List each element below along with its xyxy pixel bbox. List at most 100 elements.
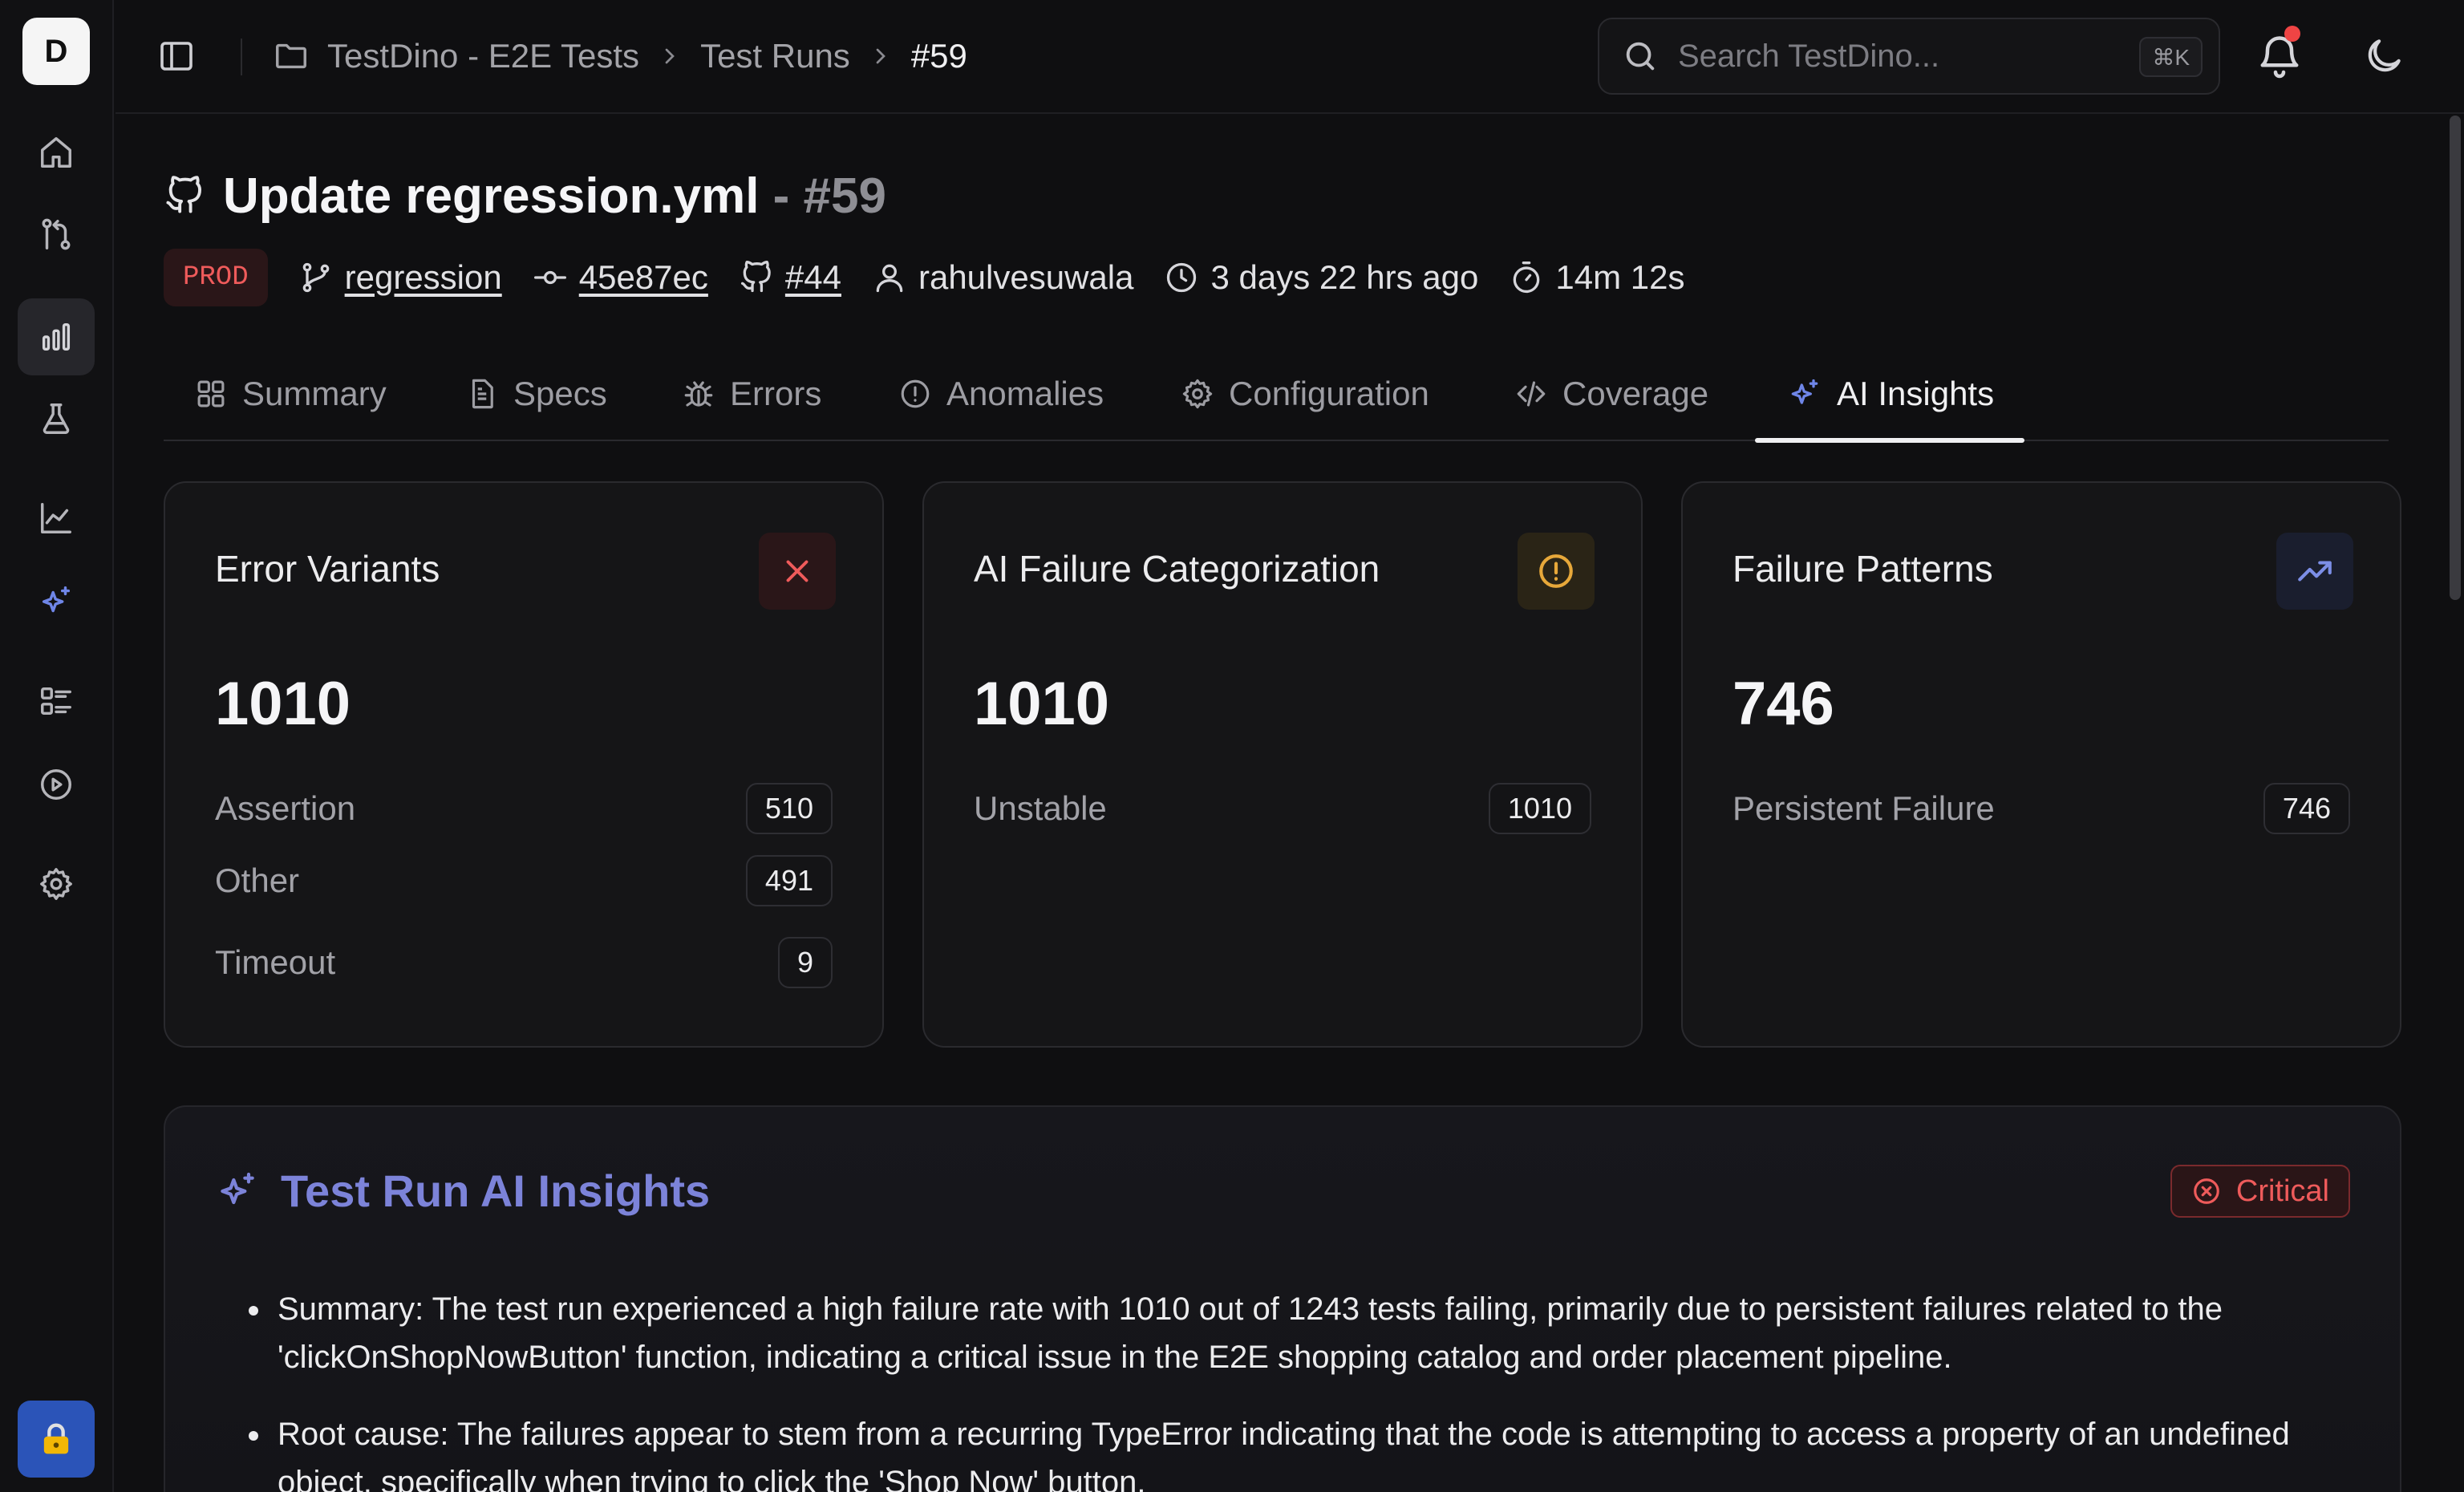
page-title: Update regression.yml - #59	[223, 168, 886, 224]
commit-meta: 45e87ec	[533, 258, 708, 297]
insight-item-root-cause: Root cause: The failures appear to stem …	[273, 1410, 2350, 1492]
left-rail: D	[0, 0, 114, 1492]
nav-checklist[interactable]	[18, 663, 95, 740]
search-box[interactable]: ⌘K	[1598, 18, 2220, 95]
github-icon	[740, 261, 771, 293]
insights-list: Summary: The test run experienced a high…	[273, 1285, 2350, 1492]
nav-home[interactable]	[18, 114, 95, 191]
nav-ai-insights[interactable]	[18, 563, 95, 640]
card-icon-badge	[1518, 533, 1595, 610]
branch-meta: regression	[298, 258, 502, 297]
search-icon	[1626, 42, 1655, 71]
author-name: rahulvesuwala	[918, 258, 1134, 296]
breadcrumb-test-runs[interactable]: Test Runs	[700, 37, 850, 75]
nav-settings[interactable]	[18, 845, 95, 922]
nav-test-runs[interactable]	[18, 298, 95, 375]
top-bar: TestDino - E2E Tests Test Runs #59 ⌘K	[116, 0, 2464, 114]
run-meta: PROD regression 45e87ec #44 rahulvesuwal…	[164, 249, 1684, 306]
branch-link[interactable]: regression	[345, 258, 502, 297]
page-scrollbar[interactable]	[2450, 116, 2461, 600]
environment-badge: PROD	[164, 249, 268, 306]
count-badge: 510	[745, 783, 833, 834]
search-shortcut: ⌘K	[2139, 37, 2203, 77]
divider	[241, 39, 242, 75]
bar-chart-icon	[42, 322, 71, 351]
test-run-ai-insights-panel: Test Run AI Insights Critical Summary: T…	[164, 1105, 2401, 1492]
file-text-icon	[472, 379, 493, 409]
breadcrumb-current: #59	[910, 37, 967, 75]
trending-up-icon	[2298, 561, 2332, 582]
insights-header: Test Run AI Insights	[215, 1165, 710, 1217]
tab-coverage[interactable]: Coverage	[1514, 347, 1708, 441]
git-compare-icon	[42, 218, 71, 250]
count-badge: 746	[2263, 783, 2350, 834]
card-title: Error Variants	[215, 548, 440, 590]
nav-analytics[interactable]	[18, 480, 95, 557]
github-icon	[166, 176, 202, 213]
user-icon	[876, 264, 903, 293]
card-value: 1010	[974, 670, 1110, 738]
failure-patterns-card: Failure Patterns 746 Persistent Failure …	[1681, 481, 2401, 1048]
nav-compare[interactable]	[18, 196, 95, 273]
list-checks-icon	[41, 687, 71, 716]
tab-summary[interactable]: Summary	[194, 347, 387, 441]
tab-anomalies[interactable]: Anomalies	[898, 347, 1104, 441]
folder-icon	[276, 43, 306, 69]
category-row-unstable[interactable]: Unstable 1010	[974, 783, 1591, 834]
search-input[interactable]	[1678, 38, 2111, 75]
nav-recordings[interactable]	[18, 746, 95, 823]
tab-ai-insights[interactable]: AI Insights	[1754, 347, 2025, 443]
time-ago: 3 days 22 hrs ago	[1210, 258, 1479, 296]
flask-icon	[43, 403, 70, 434]
card-icon-badge	[759, 533, 836, 610]
sidebar-toggle-icon[interactable]	[157, 37, 196, 75]
line-chart-icon	[41, 503, 71, 533]
git-branch-icon	[302, 262, 329, 293]
card-title: Failure Patterns	[1732, 548, 1993, 590]
git-commit-icon	[533, 270, 566, 285]
code-icon	[1517, 381, 1546, 407]
run-number: - #59	[772, 168, 886, 224]
author-meta: rahulvesuwala	[872, 258, 1134, 297]
variant-row-assertion[interactable]: Assertion 510	[215, 783, 833, 834]
time-meta: 3 days 22 hrs ago	[1164, 258, 1478, 297]
variant-row-other[interactable]: Other 491	[215, 855, 833, 906]
clock-icon	[1167, 262, 1197, 293]
tab-specs[interactable]: Specs	[465, 347, 607, 441]
run-title-row: Update regression.yml - #59	[164, 164, 886, 228]
card-icon-badge	[2276, 533, 2353, 610]
sparkles-icon	[221, 1172, 254, 1204]
play-circle-icon	[41, 769, 71, 800]
duration: 14m 12s	[1555, 258, 1685, 296]
settings-icon	[1182, 379, 1213, 409]
error-variants-card: Error Variants 1010 Assertion 510 Other …	[164, 481, 884, 1048]
grid-icon	[197, 380, 225, 407]
card-value: 1010	[215, 670, 351, 738]
count-badge: 491	[745, 855, 833, 906]
pr-meta: #44	[739, 258, 841, 297]
breadcrumb-project[interactable]: TestDino - E2E Tests	[327, 37, 639, 75]
tab-errors[interactable]: Errors	[682, 347, 821, 441]
theme-toggle-moon-icon[interactable]	[2361, 34, 2406, 79]
upgrade-lock-button[interactable]	[18, 1401, 95, 1478]
count-badge: 9	[777, 937, 833, 988]
notifications-button[interactable]	[2255, 26, 2304, 80]
home-icon	[41, 137, 71, 168]
chevron-right-icon	[876, 48, 886, 64]
variant-row-timeout[interactable]: Timeout 9	[215, 937, 833, 988]
duration-meta: 14m 12s	[1509, 258, 1684, 297]
alert-circle-icon	[1539, 554, 1573, 588]
nav-tests[interactable]	[18, 380, 95, 457]
count-badge: 1010	[1488, 783, 1591, 834]
card-value: 746	[1732, 670, 1834, 738]
pattern-row-persistent-failure[interactable]: Persistent Failure 746	[1732, 783, 2350, 834]
severity-badge: Critical	[2170, 1165, 2350, 1218]
notification-dot	[2284, 26, 2300, 42]
tab-bar: Summary Specs Errors Anomalies Configura…	[164, 347, 2389, 443]
commit-link[interactable]: 45e87ec	[579, 258, 708, 297]
pull-request-link[interactable]: #44	[785, 258, 841, 297]
sparkles-icon	[42, 586, 71, 613]
tab-configuration[interactable]: Configuration	[1181, 347, 1429, 441]
chevron-right-icon	[665, 48, 675, 64]
workspace-logo[interactable]: D	[22, 18, 90, 85]
